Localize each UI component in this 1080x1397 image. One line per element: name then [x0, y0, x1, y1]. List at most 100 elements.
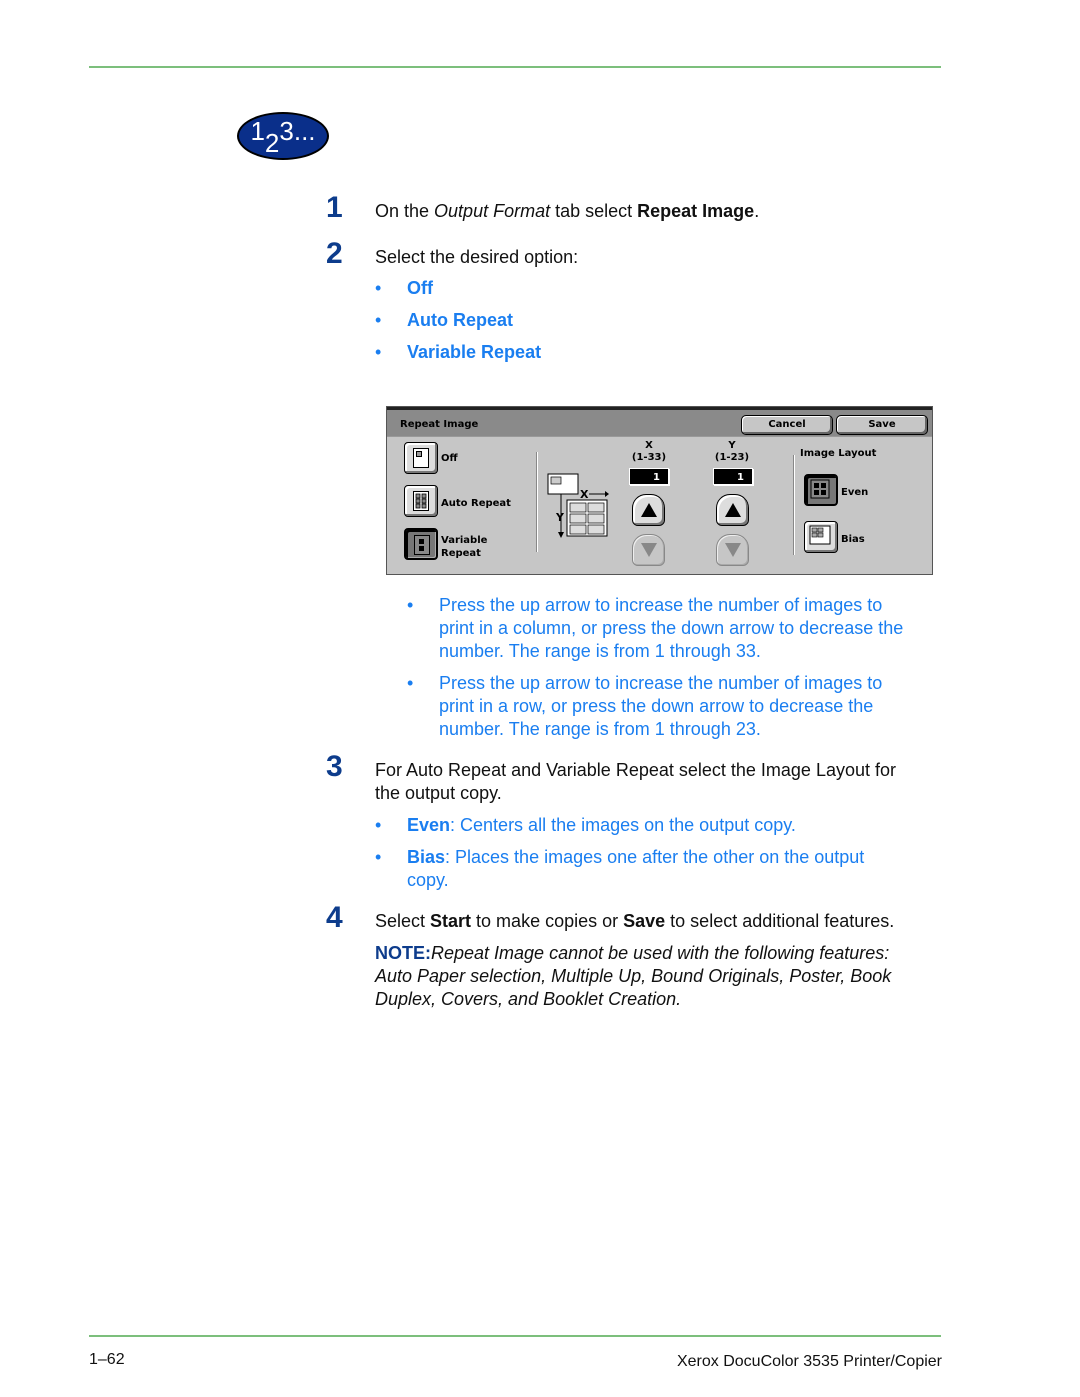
- badge-digit-3: 3...: [279, 115, 316, 146]
- panel-header: Repeat Image Cancel Save: [387, 410, 932, 437]
- up-arrow-icon: [641, 503, 657, 517]
- diagram-x-label: X: [580, 488, 589, 501]
- step-1-bold: Repeat Image: [637, 201, 755, 221]
- step-4-pre: Select: [375, 911, 431, 931]
- auto-repeat-button[interactable]: [404, 485, 438, 517]
- y-label: Y: [728, 440, 736, 451]
- step-4-mid: to make copies or: [471, 911, 624, 931]
- option-off: • Off: [375, 277, 675, 301]
- step-number-4: 4: [326, 901, 343, 934]
- option-label: Auto Repeat: [407, 310, 514, 330]
- option-auto-repeat: • Auto Repeat: [375, 309, 675, 333]
- note-line: Auto Paper selection, Multiple Up, Bound…: [375, 966, 892, 986]
- note-line: Press the up arrow to increase the numbe…: [439, 673, 883, 693]
- note-line: number. The range is from 1 through 33.: [439, 641, 761, 661]
- variable-repeat-label: Variable Repeat: [441, 534, 487, 560]
- x-range: (1-33): [631, 452, 667, 463]
- step-number-2: 2: [326, 237, 343, 270]
- bias-layout-icon: [809, 525, 831, 545]
- variable-repeat-label-line1: Variable: [441, 535, 488, 546]
- variable-repeat-label-line2: Repeat: [441, 548, 481, 559]
- x-down-arrow-button[interactable]: [632, 534, 665, 566]
- y-arrow-note-text: Press the up arrow to increase the numbe…: [439, 672, 882, 741]
- step-1-mid: tab select: [550, 201, 638, 221]
- even-button[interactable]: [804, 474, 838, 506]
- step-1-italic: Output Format: [434, 201, 551, 221]
- step-1-pre: On the: [375, 201, 435, 221]
- step-number-3: 3: [326, 750, 343, 783]
- y-up-arrow-button[interactable]: [716, 494, 749, 526]
- bullet-icon: •: [375, 310, 382, 330]
- steps-badge-icon: 1 2 3...: [237, 112, 329, 160]
- off-button[interactable]: [404, 442, 438, 474]
- bullet-icon: •: [407, 595, 414, 615]
- even-label: Even: [841, 487, 869, 498]
- even-bullet: • Even: Centers all the images on the ou…: [375, 814, 935, 838]
- repeat-image-panel: Repeat Image Cancel Save Off Auto Repeat: [386, 406, 933, 575]
- note-line: print in a column, or press the down arr…: [439, 618, 904, 638]
- y-spinner-label: Y (1-23): [707, 440, 757, 464]
- badge-digit-2: 2: [264, 127, 280, 158]
- note-line: Repeat Image cannot be used with the fol…: [431, 943, 890, 963]
- blank-page-icon: [413, 448, 429, 468]
- product-name: Xerox DocuColor 3535 Printer/Copier: [676, 1353, 942, 1370]
- note-label: NOTE:: [375, 943, 431, 963]
- repeat-diagram-icon: X Y: [547, 473, 609, 538]
- step-3-line2: the output copy.: [375, 783, 502, 803]
- even-layout-icon: [810, 479, 830, 499]
- note-line: Duplex, Covers, and Booklet Creation.: [375, 989, 682, 1009]
- up-arrow-icon: [725, 503, 741, 517]
- step-2-text: Select the desired option:: [375, 247, 579, 267]
- auto-repeat-grid-icon: [413, 491, 429, 511]
- option-label: Off: [407, 278, 433, 298]
- note-line: Press the up arrow to increase the numbe…: [439, 595, 883, 615]
- x-label: X: [645, 440, 653, 451]
- diagram-y-label: Y: [555, 511, 565, 524]
- variable-repeat-icon: [414, 535, 430, 555]
- step-number-1: 1: [326, 191, 343, 224]
- bias-button[interactable]: [804, 521, 838, 553]
- footer-rule: [89, 1335, 941, 1337]
- save-button[interactable]: Save: [836, 415, 928, 435]
- y-value-field[interactable]: 1: [713, 468, 753, 485]
- step-3-text: For Auto Repeat and Variable Repeat sele…: [375, 759, 896, 805]
- y-range: (1-23): [714, 452, 750, 463]
- y-down-arrow-button[interactable]: [716, 534, 749, 566]
- badge-digit-1: 1: [250, 115, 265, 146]
- cancel-button[interactable]: Cancel: [741, 415, 833, 435]
- step-1-text: On the Output Format tab select Repeat I…: [375, 200, 759, 223]
- x-up-arrow-button[interactable]: [632, 494, 665, 526]
- note-line: print in a row, or press the down arrow …: [439, 696, 874, 716]
- x-arrow-note-text: Press the up arrow to increase the numbe…: [439, 594, 903, 663]
- bias-term: Bias: [407, 847, 446, 867]
- x-arrow-note: • Press the up arrow to increase the num…: [407, 594, 947, 664]
- x-spinner-label: X (1-33): [624, 440, 674, 464]
- bias-bullet: • Bias: Places the images one after the …: [375, 846, 935, 894]
- y-arrow-note: • Press the up arrow to increase the num…: [407, 672, 947, 742]
- panel-divider: [536, 452, 538, 552]
- image-layout-title: Image Layout: [800, 448, 877, 459]
- option-label: Variable Repeat: [407, 342, 542, 362]
- even-term: Even: [407, 815, 451, 835]
- step-4-start: Start: [430, 911, 472, 931]
- note-line: number. The range is from 1 through 23.: [439, 719, 761, 739]
- off-label: Off: [441, 453, 458, 464]
- header-rule: [89, 66, 941, 68]
- bias-desc: : Places the images one after the other …: [445, 847, 865, 867]
- bias-desc-line2: copy.: [407, 870, 449, 890]
- step-1-post: .: [754, 201, 760, 221]
- layout-divider: [793, 455, 795, 555]
- step-4-post: to select additional features.: [665, 911, 895, 931]
- page-number: 1–62: [89, 1351, 125, 1368]
- note-block: NOTE:Repeat Image cannot be used with th…: [375, 942, 955, 1011]
- step-4-text: Select Start to make copies or Save to s…: [375, 910, 894, 933]
- option-variable-repeat: • Variable Repeat: [375, 341, 675, 365]
- bias-label: Bias: [841, 534, 865, 545]
- variable-repeat-button[interactable]: [404, 528, 438, 560]
- bullet-icon: •: [375, 847, 382, 867]
- down-arrow-icon: [641, 543, 657, 557]
- step-3-line1: For Auto Repeat and Variable Repeat sele…: [375, 760, 896, 780]
- bullet-icon: •: [375, 278, 382, 298]
- bullet-icon: •: [375, 815, 382, 835]
- x-value-field[interactable]: 1: [629, 468, 669, 485]
